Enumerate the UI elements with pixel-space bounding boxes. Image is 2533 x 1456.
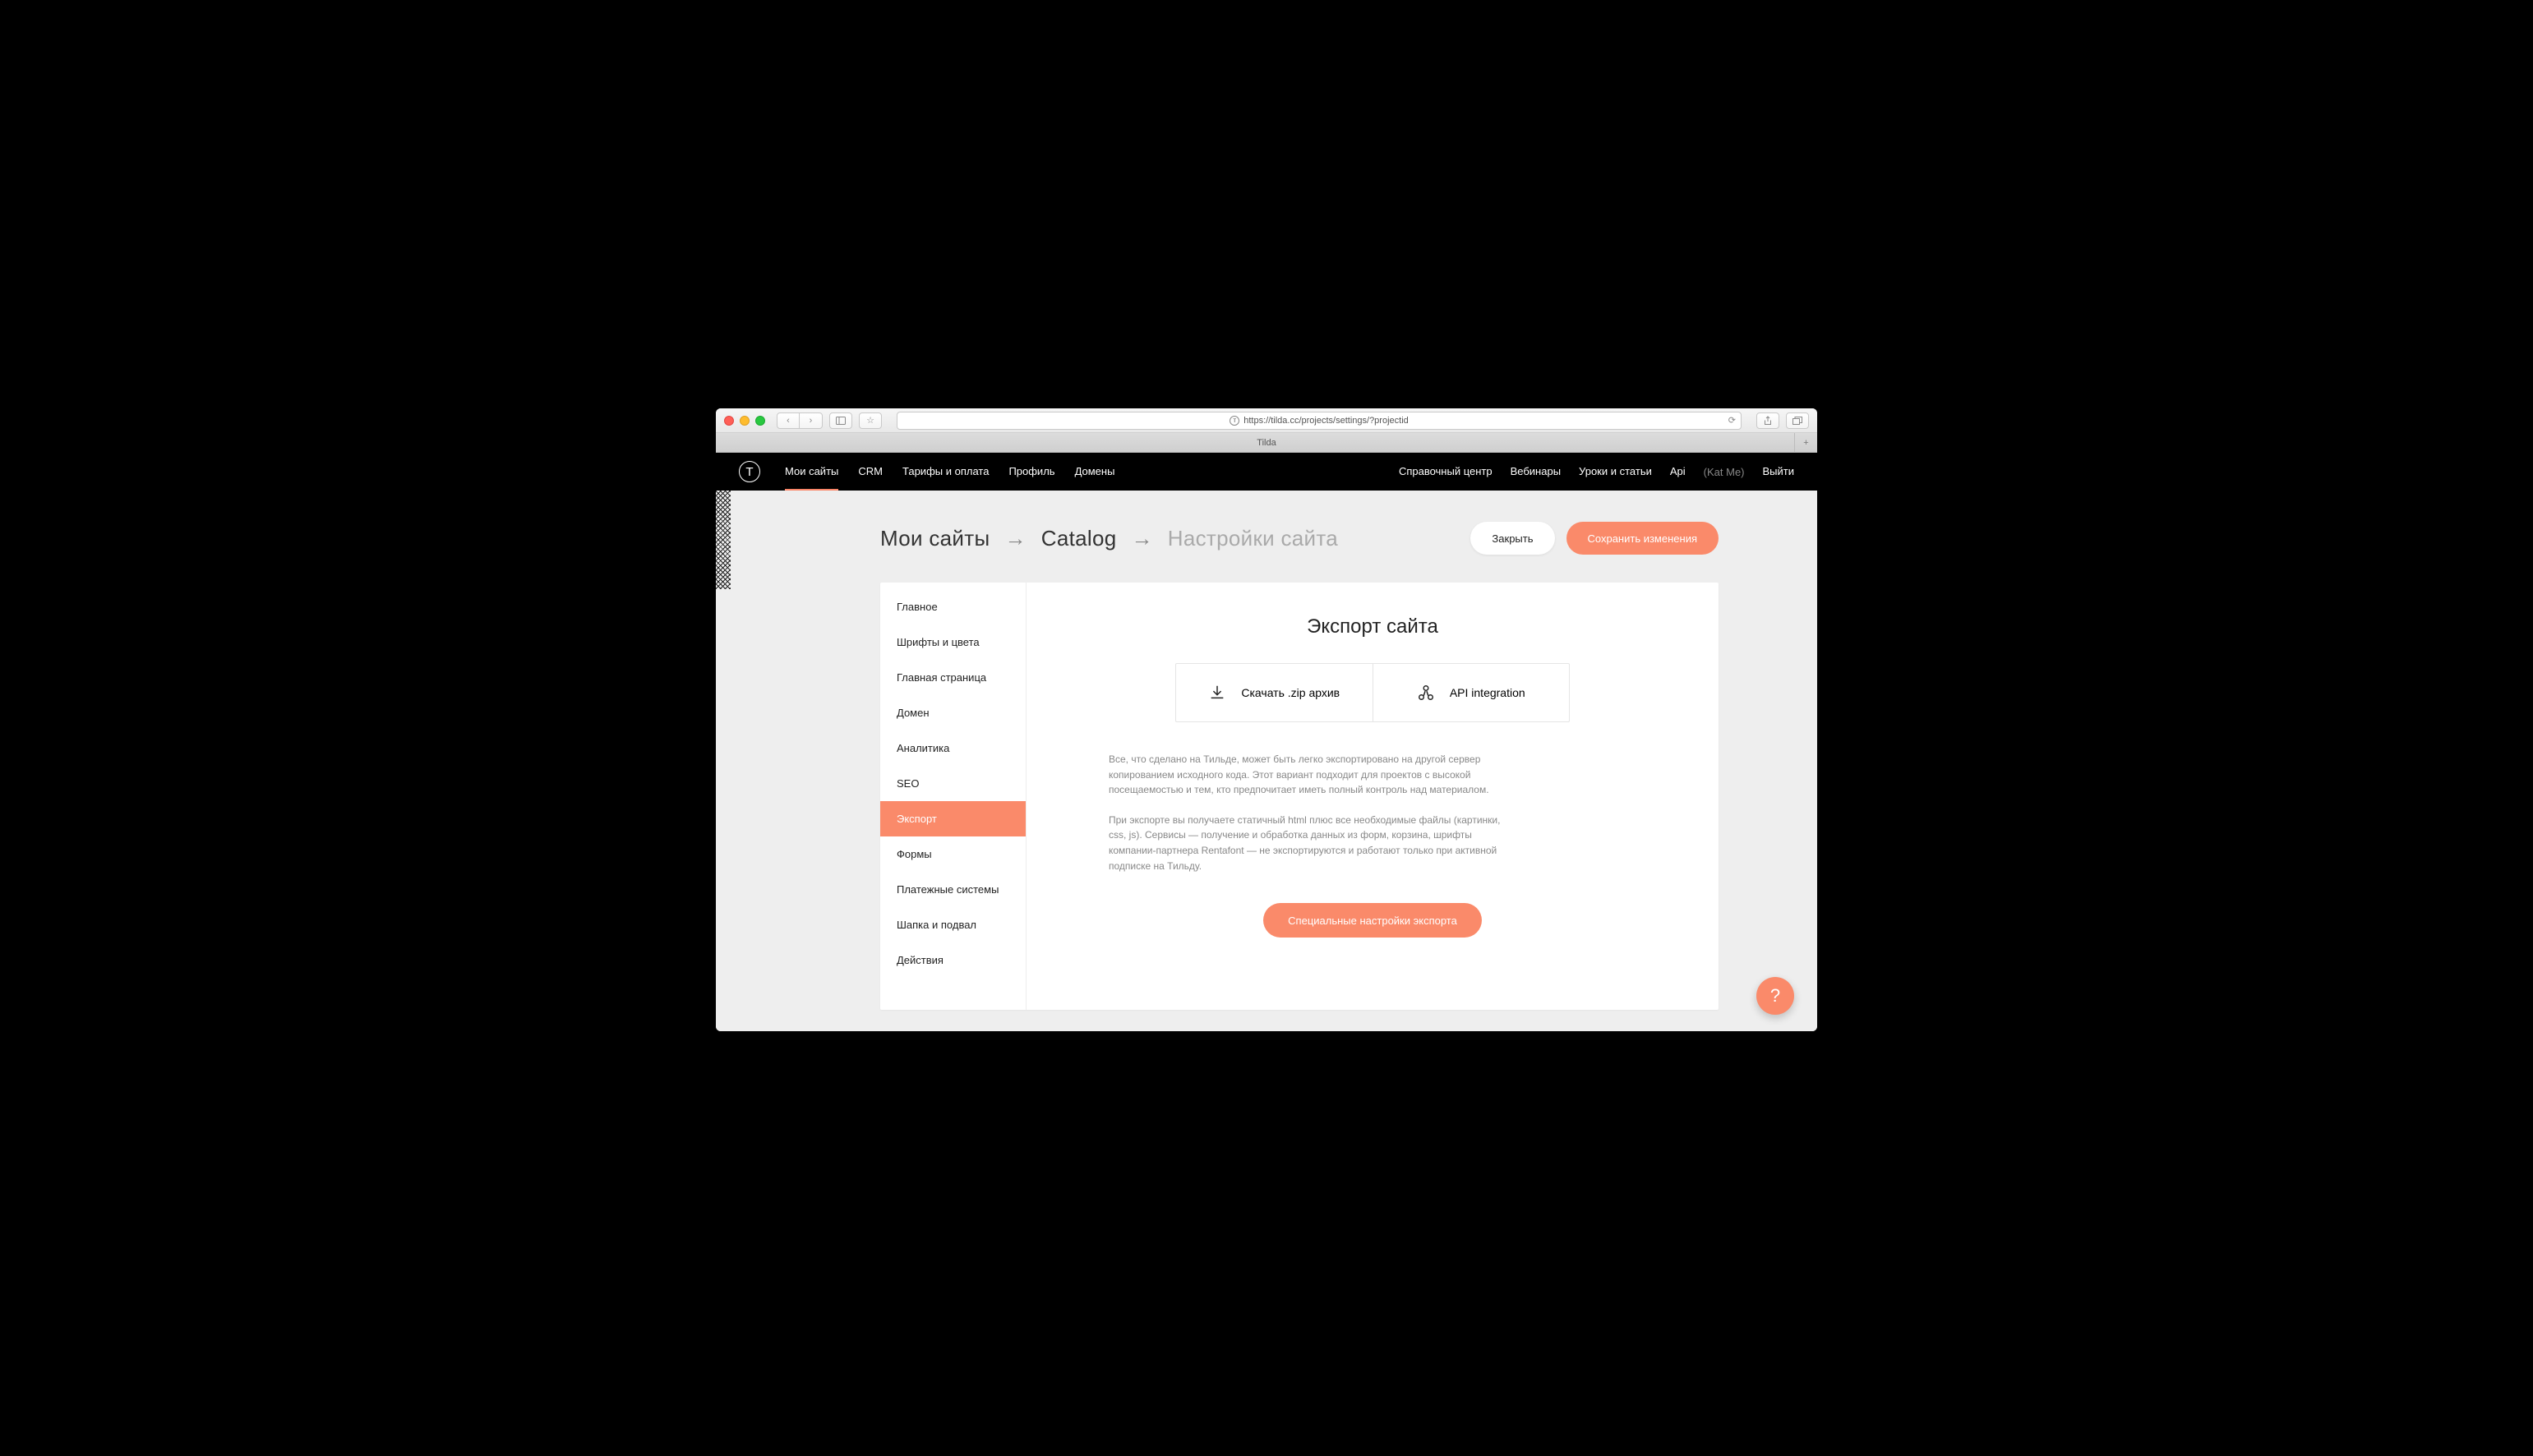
sidebar-item-homepage[interactable]: Главная страница: [880, 660, 1026, 695]
close-button[interactable]: Закрыть: [1470, 522, 1554, 555]
reload-icon[interactable]: ⟳: [1728, 415, 1736, 426]
tabs-icon: [1792, 417, 1802, 425]
nav-logout[interactable]: Выйти: [1763, 454, 1795, 491]
download-icon: [1208, 684, 1226, 702]
top-nav: T Мои сайты CRM Тарифы и оплата Профиль …: [716, 453, 1817, 491]
help-icon: ?: [1770, 985, 1780, 1007]
app-viewport: T Мои сайты CRM Тарифы и оплата Профиль …: [716, 453, 1817, 1031]
url-text: https://tilda.cc/projects/settings/?proj…: [1243, 416, 1409, 426]
nav-my-sites[interactable]: Мои сайты: [785, 454, 838, 491]
tabs-button[interactable]: [1786, 412, 1809, 429]
tab-api-label: API integration: [1450, 686, 1525, 699]
sidebar-item-domain[interactable]: Домен: [880, 695, 1026, 730]
tab-api-integration[interactable]: API integration: [1373, 664, 1570, 721]
nav-webinars[interactable]: Вебинары: [1511, 454, 1561, 491]
nav-profile[interactable]: Профиль: [1008, 454, 1054, 491]
decorative-wave-icon: [716, 491, 731, 589]
settings-main: Экспорт сайта Скачать .zip архив: [1027, 583, 1719, 1010]
nav-username: (Kat Me): [1704, 466, 1745, 478]
page-title: Экспорт сайта: [1109, 615, 1636, 638]
sidebar-toggle-button[interactable]: [829, 412, 852, 429]
sidebar-item-fonts[interactable]: Шрифты и цвета: [880, 624, 1026, 660]
zoom-window-icon[interactable]: [755, 416, 765, 426]
minimize-window-icon[interactable]: [740, 416, 750, 426]
settings-panel: Главное Шрифты и цвета Главная страница …: [880, 583, 1719, 1010]
nav-articles[interactable]: Уроки и статьи: [1579, 454, 1652, 491]
sidebar-item-main[interactable]: Главное: [880, 589, 1026, 624]
arrow-icon: →: [1004, 526, 1026, 551]
new-tab-button[interactable]: +: [1794, 433, 1817, 452]
window-controls: [724, 416, 765, 426]
breadcrumb: Мои сайты → Catalog → Настройки сайта: [880, 526, 1338, 551]
tab-zip-label: Скачать .zip архив: [1241, 686, 1340, 699]
sidebar-item-export[interactable]: Экспорт: [880, 801, 1026, 836]
sidebar-item-seo[interactable]: SEO: [880, 766, 1026, 801]
browser-window: ‹ › ☆ т https://tilda.cc/projects/settin…: [716, 408, 1817, 1031]
settings-sidebar: Главное Шрифты и цвета Главная страница …: [880, 583, 1027, 1010]
nav-help-center[interactable]: Справочный центр: [1399, 454, 1493, 491]
crumb-project[interactable]: Catalog: [1041, 526, 1117, 551]
help-button[interactable]: ?: [1756, 977, 1794, 1015]
special-export-settings-button[interactable]: Специальные настройки экспорта: [1263, 903, 1482, 938]
crumb-current: Настройки сайта: [1168, 526, 1338, 551]
sidebar-item-analytics[interactable]: Аналитика: [880, 730, 1026, 766]
sidebar-item-forms[interactable]: Формы: [880, 836, 1026, 872]
nav-api[interactable]: Api: [1670, 454, 1686, 491]
browser-titlebar: ‹ › ☆ т https://tilda.cc/projects/settin…: [716, 408, 1817, 433]
bookmarks-button[interactable]: ☆: [859, 412, 882, 429]
nav-domains[interactable]: Домены: [1075, 454, 1115, 491]
api-icon: [1417, 684, 1435, 702]
nav-back-forward: ‹ ›: [777, 412, 823, 429]
nav-pricing[interactable]: Тарифы и оплата: [902, 454, 989, 491]
tab-download-zip[interactable]: Скачать .zip архив: [1176, 664, 1373, 721]
browser-tabbar: Tilda +: [716, 433, 1817, 453]
save-button[interactable]: Сохранить изменения: [1566, 522, 1719, 555]
export-description-2: При экспорте вы получаете статичный html…: [1109, 813, 1520, 873]
tab-title[interactable]: Tilda: [1257, 438, 1276, 448]
forward-button[interactable]: ›: [800, 412, 823, 429]
arrow-icon: →: [1131, 526, 1152, 551]
back-button[interactable]: ‹: [777, 412, 800, 429]
sidebar-icon: [836, 417, 846, 425]
crumb-my-sites[interactable]: Мои сайты: [880, 526, 990, 551]
share-icon: [1764, 416, 1772, 426]
export-tabs: Скачать .zip архив API integration: [1175, 663, 1570, 722]
site-info-icon: т: [1230, 416, 1239, 426]
nav-crm[interactable]: CRM: [858, 454, 883, 491]
export-description-1: Все, что сделано на Тильде, может быть л…: [1109, 752, 1520, 798]
sidebar-item-payments[interactable]: Платежные системы: [880, 872, 1026, 907]
address-bar[interactable]: т https://tilda.cc/projects/settings/?pr…: [897, 412, 1742, 430]
share-button[interactable]: [1756, 412, 1779, 429]
tilda-logo-icon[interactable]: T: [739, 461, 760, 482]
sidebar-item-header-footer[interactable]: Шапка и подвал: [880, 907, 1026, 942]
close-window-icon[interactable]: [724, 416, 734, 426]
sidebar-item-actions[interactable]: Действия: [880, 942, 1026, 978]
